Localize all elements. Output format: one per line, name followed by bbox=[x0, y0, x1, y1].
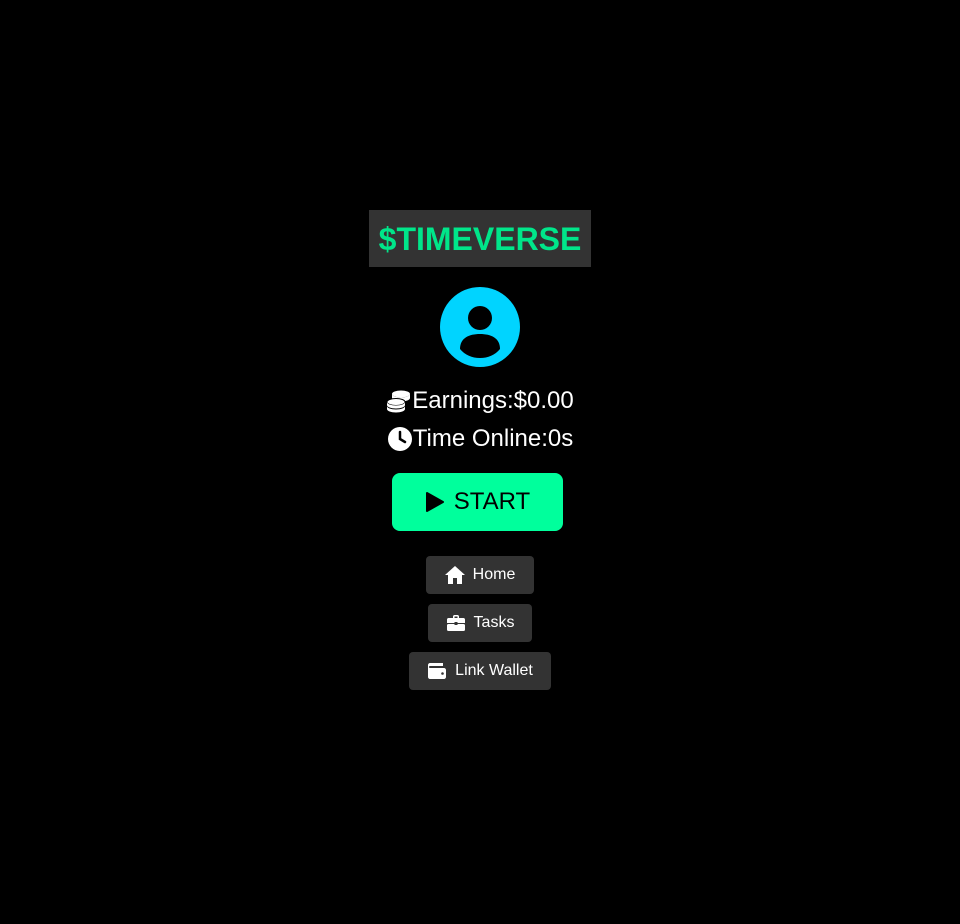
wallet-icon bbox=[427, 662, 447, 680]
coins-icon bbox=[386, 388, 412, 414]
earnings-value: $0.00 bbox=[513, 387, 574, 414]
clock-icon bbox=[387, 426, 413, 452]
user-circle-icon bbox=[440, 287, 520, 367]
earnings-row: Earnings: $0.00 bbox=[0, 388, 960, 414]
page: $TIMEVERSE Earnings: $0.00 Time Online: bbox=[0, 0, 960, 924]
nav-home-button[interactable]: Home bbox=[426, 556, 534, 594]
earnings-label: Earnings: bbox=[412, 387, 514, 414]
brand-title: $TIMEVERSE bbox=[378, 220, 582, 257]
nav-home-label: Home bbox=[472, 566, 516, 583]
start-button[interactable]: START bbox=[392, 473, 563, 531]
play-icon bbox=[425, 491, 445, 513]
brand-header: $TIMEVERSE bbox=[369, 210, 591, 267]
nav-tasks-label: Tasks bbox=[473, 614, 515, 631]
time-online-label: Time Online: bbox=[412, 425, 548, 452]
home-icon bbox=[444, 566, 465, 584]
nav-link-wallet-label: Link Wallet bbox=[455, 662, 533, 679]
start-button-label: START bbox=[453, 488, 531, 515]
nav-link-wallet-button[interactable]: Link Wallet bbox=[409, 652, 551, 690]
nav-tasks-button[interactable]: Tasks bbox=[428, 604, 532, 642]
time-online-row: Time Online: 0s bbox=[0, 426, 960, 452]
time-online-value: 0s bbox=[547, 425, 574, 452]
briefcase-icon bbox=[446, 614, 466, 632]
